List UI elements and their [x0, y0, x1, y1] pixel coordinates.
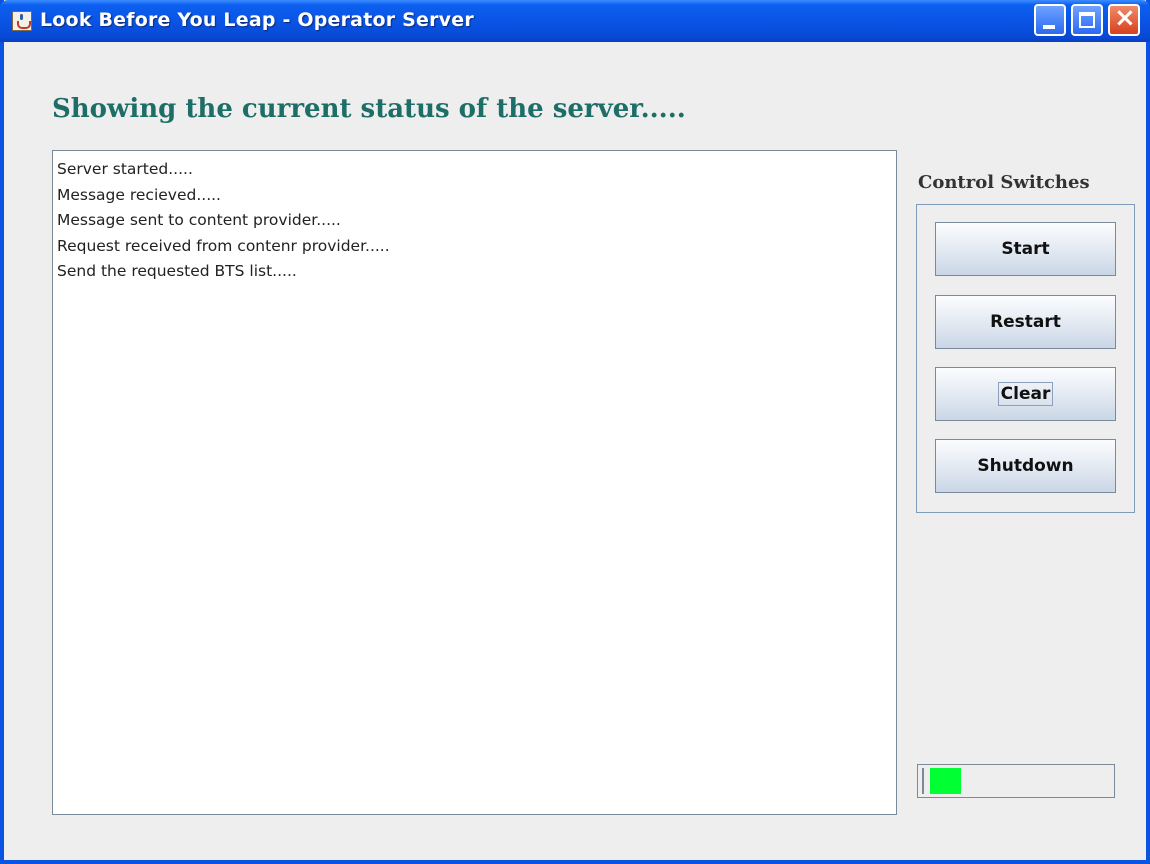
log-line: Send the requested BTS list..... [57, 262, 297, 280]
minimize-button[interactable] [1034, 4, 1066, 36]
page-title: Showing the current status of the server… [52, 94, 686, 124]
close-icon: × [1114, 3, 1136, 33]
minimize-icon [1043, 25, 1055, 29]
shutdown-button-label: Shutdown [977, 456, 1074, 476]
status-log-textarea[interactable]: Server started..... Message recieved....… [52, 150, 897, 815]
maximize-icon [1079, 12, 1095, 28]
log-line: Message recieved..... [57, 185, 221, 204]
clear-button[interactable]: Clear [935, 367, 1116, 421]
progress-bar [917, 764, 1115, 798]
progress-fill [930, 768, 961, 794]
app-window: Look Before You Leap - Operator Server ×… [0, 0, 1150, 864]
log-line: Request received from contenr provider..… [57, 236, 390, 255]
clear-button-label: Clear [997, 382, 1054, 406]
window-title: Look Before You Leap - Operator Server [40, 9, 474, 31]
restart-button[interactable]: Restart [935, 295, 1116, 349]
start-button-label: Start [1001, 239, 1050, 259]
shutdown-button[interactable]: Shutdown [935, 439, 1116, 493]
log-line: Message sent to content provider..... [57, 211, 341, 229]
progress-start-marker [922, 768, 924, 794]
title-bar[interactable]: Look Before You Leap - Operator Server × [0, 0, 1150, 42]
java-app-icon[interactable] [12, 11, 32, 31]
control-switches-label: Control Switches [918, 172, 1090, 193]
log-line: Server started..... [57, 160, 193, 178]
start-button[interactable]: Start [935, 222, 1116, 276]
close-button[interactable]: × [1108, 3, 1140, 36]
maximize-button[interactable] [1071, 4, 1103, 36]
restart-button-label: Restart [990, 312, 1061, 332]
